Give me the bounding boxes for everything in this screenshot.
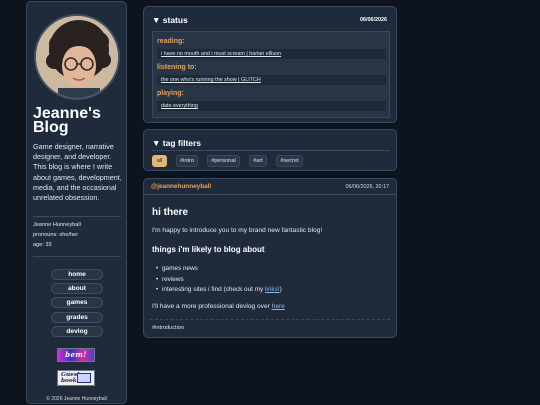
pen-icon bbox=[77, 373, 91, 383]
sidebar: Jeanne's Blog Game designer, narrative d… bbox=[26, 1, 127, 404]
listening-label: listening to: bbox=[157, 64, 197, 71]
tag-filters-panel: ▼ tag filters all #intro #personal #art … bbox=[143, 129, 397, 171]
divider bbox=[152, 150, 390, 151]
author-age: age: 33 bbox=[33, 242, 52, 248]
post-tag[interactable]: #introduction bbox=[152, 325, 184, 331]
post-closing: I'll have a more professional devlog ove… bbox=[152, 303, 285, 310]
playing-label: playing: bbox=[157, 90, 184, 97]
post-card: @jeannehunneyball 06/06/2026, 20:17 hi t… bbox=[143, 178, 397, 338]
post-header: @jeannehunneyball 06/06/2026, 20:17 bbox=[144, 179, 396, 195]
tag-filters-toggle[interactable]: ▼ tag filters bbox=[152, 138, 201, 148]
nav-games[interactable]: games bbox=[51, 297, 103, 309]
status-box: reading: i have no mouth and i must scre… bbox=[152, 31, 390, 118]
post-list: games news reviews interesting sites i f… bbox=[156, 264, 282, 296]
tag-secret[interactable]: #secret bbox=[276, 155, 303, 167]
nav-grades[interactable]: grades bbox=[51, 311, 103, 323]
nav-about[interactable]: about bbox=[51, 283, 103, 295]
listening-value[interactable]: the one who's running the show | GLITCH bbox=[157, 75, 386, 85]
divider bbox=[33, 216, 121, 217]
closing-text: I'll have a more professional devlog ove… bbox=[152, 303, 272, 310]
copyright: © 2026 Jeanne Hunneyball bbox=[46, 396, 107, 402]
nav-devlog[interactable]: devlog bbox=[51, 325, 103, 337]
reading-value[interactable]: i have no mouth and i must scream | harl… bbox=[157, 49, 386, 59]
list-item: games news bbox=[156, 264, 282, 275]
tag-personal[interactable]: #personal bbox=[207, 155, 240, 167]
list-item: interesting sites i find (check out my l… bbox=[156, 285, 282, 296]
status-toggle[interactable]: ▼ status bbox=[152, 15, 188, 25]
main-nav: home about games grades devlog bbox=[51, 269, 103, 340]
devlog-link[interactable]: here bbox=[272, 303, 285, 310]
avatar bbox=[34, 14, 120, 100]
blog-title: Jeanne's Blog bbox=[33, 105, 101, 136]
guestbook-badge[interactable]: Guest book bbox=[57, 370, 95, 386]
status-date: 06/06/2026 bbox=[360, 17, 387, 23]
post-divider bbox=[150, 319, 390, 320]
author-pronouns: pronouns: she/her bbox=[33, 232, 79, 238]
playing-value[interactable]: date everything bbox=[157, 101, 386, 111]
button-badge[interactable]: bem! bbox=[57, 348, 95, 362]
tag-all[interactable]: all bbox=[152, 155, 167, 167]
post-subheading: things i'm likely to blog about bbox=[152, 245, 265, 254]
tag-art[interactable]: #art bbox=[249, 155, 267, 167]
post-author[interactable]: @jeannehunneyball bbox=[151, 183, 211, 190]
author-name: Jeanne Hunneyball bbox=[33, 222, 81, 228]
status-panel: ▼ status 06/06/2026 reading: i have no m… bbox=[143, 6, 397, 123]
list-item-paren: ) bbox=[279, 286, 282, 294]
bio-text: Game designer, narrative designer, and d… bbox=[33, 142, 122, 203]
list-item-text: interesting sites i find (check out my bbox=[162, 286, 266, 294]
nav-home[interactable]: home bbox=[51, 269, 103, 280]
badge-label: bem! bbox=[65, 350, 87, 359]
post-intro: I'm happy to introduce you to my brand n… bbox=[152, 227, 323, 234]
reading-label: reading: bbox=[157, 38, 185, 45]
post-title: hi there bbox=[152, 207, 189, 218]
post-date: 06/06/2026, 20:17 bbox=[345, 184, 389, 190]
divider bbox=[33, 256, 121, 257]
list-item: reviews bbox=[156, 275, 282, 286]
tag-intro[interactable]: #intro bbox=[176, 155, 198, 167]
links-link[interactable]: links! bbox=[265, 286, 280, 293]
